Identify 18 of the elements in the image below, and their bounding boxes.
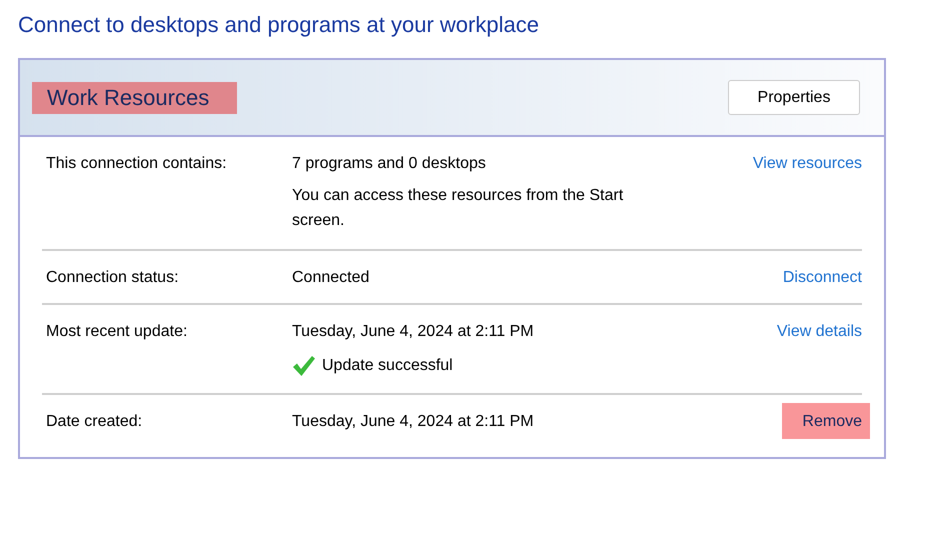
row-value: 7 programs and 0 desktops bbox=[292, 155, 487, 173]
row-value: Tuesday, June 4, 2024 at 2:11 PM bbox=[292, 413, 535, 431]
status-text: Update successful bbox=[322, 357, 453, 375]
checkmark-icon bbox=[292, 355, 316, 377]
action-link[interactable]: Disconnect bbox=[782, 269, 862, 287]
action-link[interactable]: View resources bbox=[752, 155, 862, 173]
row-label: This connection contains: bbox=[45, 155, 228, 173]
action-link[interactable]: View details bbox=[776, 323, 862, 341]
row-label: Connection status: bbox=[45, 269, 180, 287]
row-value: Tuesday, June 4, 2024 at 2:11 PM bbox=[292, 323, 535, 341]
page-heading: Connect to desktops and programs at your workplace bbox=[18, 12, 540, 39]
row-note: You can access these resources from the Start screen. bbox=[292, 186, 624, 231]
action-link[interactable]: Remove bbox=[782, 403, 870, 439]
properties-button[interactable]: Properties bbox=[728, 80, 860, 115]
connection-title: Work Resources bbox=[32, 82, 238, 114]
row-label: Date created: bbox=[45, 413, 144, 431]
row-value: Connected bbox=[292, 269, 370, 287]
row-label: Most recent update: bbox=[45, 323, 188, 341]
